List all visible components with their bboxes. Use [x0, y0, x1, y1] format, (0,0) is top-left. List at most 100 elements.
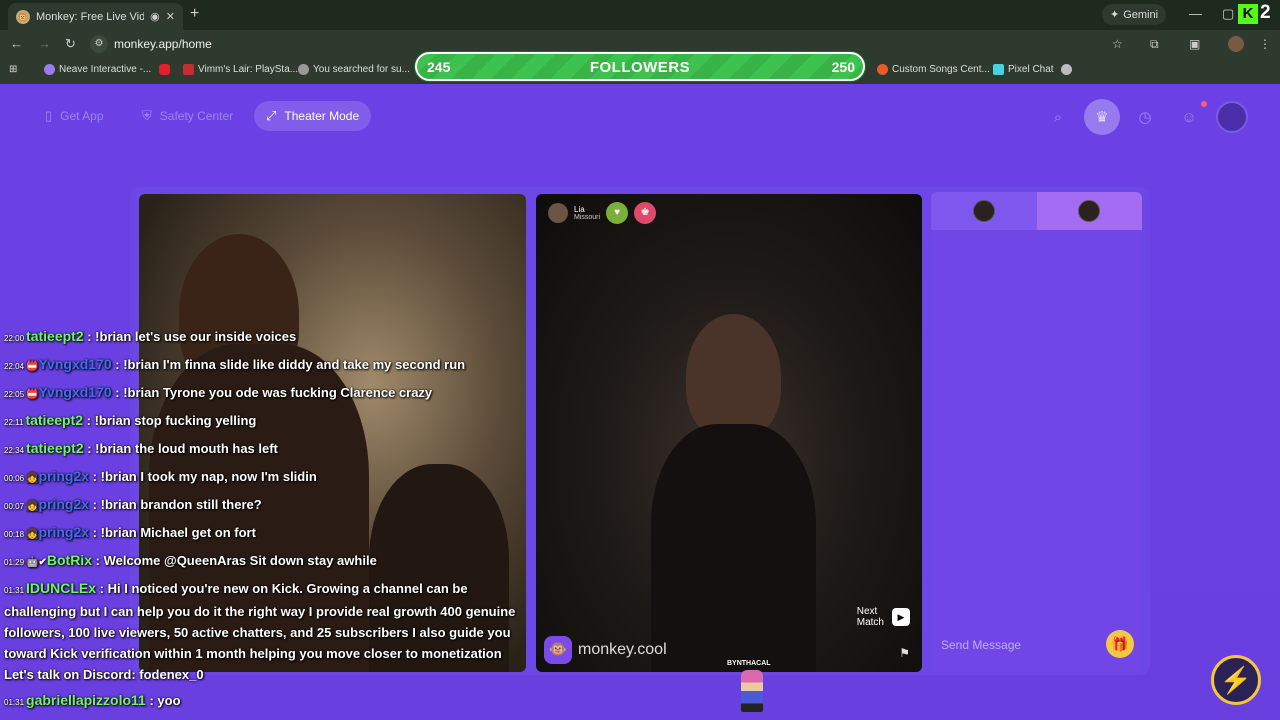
search-icon[interactable]: ⌕ — [1044, 103, 1072, 131]
kick-logo-icon: K — [1238, 4, 1258, 24]
chat-separator: : — [83, 329, 96, 344]
chat-line: 00:18 👧pring2x : !brian Michael get on fo… — [0, 522, 530, 545]
bookmark-globe[interactable] — [1061, 64, 1072, 75]
chat-line: 22:04 📛Yvngxd170 : !brian I'm finna slide… — [0, 354, 530, 377]
chat-username[interactable]: BotRix — [47, 552, 92, 568]
phone-icon: ▯ — [45, 108, 53, 123]
avatar — [972, 200, 995, 222]
bookmark-star-icon[interactable]: ☆ — [1112, 37, 1123, 51]
new-tab-button[interactable]: + — [190, 5, 199, 23]
play-icon: ▶ — [892, 608, 910, 626]
chat-username[interactable]: tatieept2 — [26, 440, 84, 456]
media-icon[interactable]: ◉ — [150, 10, 160, 23]
chat-line: 01:31 IDUNCLEx : Hi I noticed you're new … — [0, 578, 530, 685]
tab-title: Monkey: Free Live Video Ch — [36, 10, 145, 23]
close-tab-icon[interactable]: ✕ — [166, 10, 175, 23]
messages-icon[interactable]: ☺ — [1175, 103, 1203, 131]
chat-tab-self[interactable] — [931, 192, 1037, 230]
minimize-icon[interactable]: — — [1189, 6, 1202, 21]
chat-username[interactable]: Yvngxd170 — [38, 384, 111, 400]
chat-timestamp: 00:18 — [4, 530, 25, 539]
user-badge-icon: 🤖✔ — [26, 557, 47, 568]
chat-username[interactable]: pring2x — [38, 524, 89, 540]
match-name: Lia — [574, 205, 585, 214]
safety-center-button[interactable]: ⛨ Safety Center — [130, 101, 245, 131]
chat-message: !brian let's use our inside voices — [95, 329, 297, 344]
chat-timestamp: 22:04 — [4, 362, 25, 371]
match-user-chip[interactable]: Lia Missouri ♥ ♚ — [548, 202, 657, 224]
chat-username[interactable]: tatieept2 — [26, 328, 84, 344]
sprite-figure — [741, 670, 763, 712]
restore-icon[interactable]: ▢ — [1222, 6, 1234, 22]
chat-message: !brian I'm finna slide like diddy and ta… — [123, 357, 466, 372]
followers-goal-bar: 245 FOLLOWERS 250 — [415, 52, 865, 81]
side-panel-icon[interactable]: ▣ — [1189, 37, 1200, 51]
chat-username[interactable]: Yvngxd170 — [38, 356, 111, 372]
chat-username[interactable]: gabriellapizzolo11 — [26, 692, 146, 708]
forward-icon[interactable]: → — [38, 36, 51, 51]
reload-icon[interactable]: ↻ — [65, 36, 76, 52]
shield-icon: ⛨ — [142, 108, 152, 123]
chat-separator: : — [92, 553, 104, 568]
site-info-icon[interactable]: ⚙ — [90, 35, 108, 53]
send-message-input[interactable]: Send Message — [941, 638, 1131, 652]
bookmark-custom-songs[interactable]: Custom Songs Cent... — [877, 64, 990, 75]
get-app-button[interactable]: ▯ Get App — [33, 101, 116, 131]
chat-username[interactable]: IDUNCLEx — [26, 580, 96, 596]
sprite-label: BYNTHACAL — [727, 660, 771, 667]
monkey-watermark: 🐵 monkey.cool — [544, 636, 667, 664]
chat-separator: : — [89, 525, 101, 540]
chat-tab-match[interactable] — [1036, 192, 1142, 230]
menu-icon[interactable]: ⋮ — [1259, 37, 1271, 51]
history-icon[interactable]: ◷ — [1131, 103, 1159, 131]
user-badge-icon: 👧 — [26, 529, 39, 540]
monkey-favicon-icon: 🐵 — [16, 9, 30, 24]
bookmark-favicon-icon — [993, 64, 1004, 75]
chat-timestamp: 01:31 — [4, 698, 25, 707]
gift-badge-icon[interactable]: ♚ — [634, 202, 657, 224]
bookmark-favicon-icon — [298, 64, 309, 75]
chat-timestamp: 22:05 — [4, 390, 25, 399]
match-body — [651, 424, 816, 672]
browser-tab[interactable]: 🐵 Monkey: Free Live Video Ch ◉ ✕ — [8, 3, 183, 30]
theater-mode-button[interactable]: ⤢ Theater Mode — [254, 101, 372, 131]
chat-message: !brian brandon still there? — [100, 497, 262, 512]
followers-label: FOLLOWERS — [589, 59, 691, 76]
back-icon[interactable]: ← — [10, 36, 23, 51]
chat-message: !brian Michael get on fort — [100, 525, 256, 540]
chat-separator: : — [145, 693, 158, 708]
report-icon[interactable]: ⚑ — [899, 646, 910, 660]
bookmark-neave[interactable]: Neave Interactive -... — [44, 64, 151, 75]
chat-username[interactable]: pring2x — [38, 496, 89, 512]
chat-username[interactable]: pring2x — [38, 468, 89, 484]
chat-separator: : — [89, 469, 101, 484]
followers-goal: 250 — [831, 59, 855, 75]
bookmark-search[interactable]: You searched for su... — [298, 64, 410, 75]
apps-icon[interactable]: ⊞ — [9, 64, 17, 75]
gemini-button[interactable]: ✦ Gemini — [1102, 4, 1167, 25]
bookmark-youtube[interactable] — [159, 64, 170, 75]
lightning-button[interactable]: ⚡ — [1211, 655, 1261, 705]
user-avatar[interactable] — [1216, 101, 1248, 133]
chat-message: !brian stop fucking yelling — [94, 413, 257, 428]
gift-icon[interactable]: 🎁 — [1106, 630, 1134, 658]
next-match-button[interactable]: Next Match ▶ — [857, 606, 910, 628]
user-badge-icon: 📛 — [26, 389, 39, 400]
extensions-icon[interactable]: ⧉ — [1150, 37, 1159, 52]
heart-badge-icon[interactable]: ♥ — [606, 202, 629, 224]
user-badge-icon: 👧 — [26, 473, 39, 484]
bookmark-favicon-icon — [183, 64, 194, 75]
chat-line: 00:06 👧pring2x : !brian I took my nap, no… — [0, 466, 530, 489]
chat-username[interactable]: tatieept2 — [25, 412, 83, 428]
chat-timestamp: 00:06 — [4, 474, 25, 483]
chat-message: Welcome @QueenAras Sit down stay awhile — [103, 553, 377, 568]
browser-tab-bar: 🐵 Monkey: Free Live Video Ch ◉ ✕ + ✦ Gem… — [0, 0, 1280, 30]
crown-icon[interactable]: ♛ — [1084, 99, 1120, 135]
chat-tabs — [931, 192, 1142, 230]
profile-avatar[interactable] — [1228, 36, 1244, 52]
bookmark-pixel-chat[interactable]: Pixel Chat — [993, 64, 1054, 75]
notification-dot — [1201, 101, 1207, 107]
user-badge-icon: 📛 — [26, 361, 39, 372]
stream-chat-overlay: 22:00 tatieept2 : !brian let's use our in… — [0, 326, 530, 720]
bookmark-vimm[interactable]: Vimm's Lair: PlaySta... — [183, 64, 298, 75]
